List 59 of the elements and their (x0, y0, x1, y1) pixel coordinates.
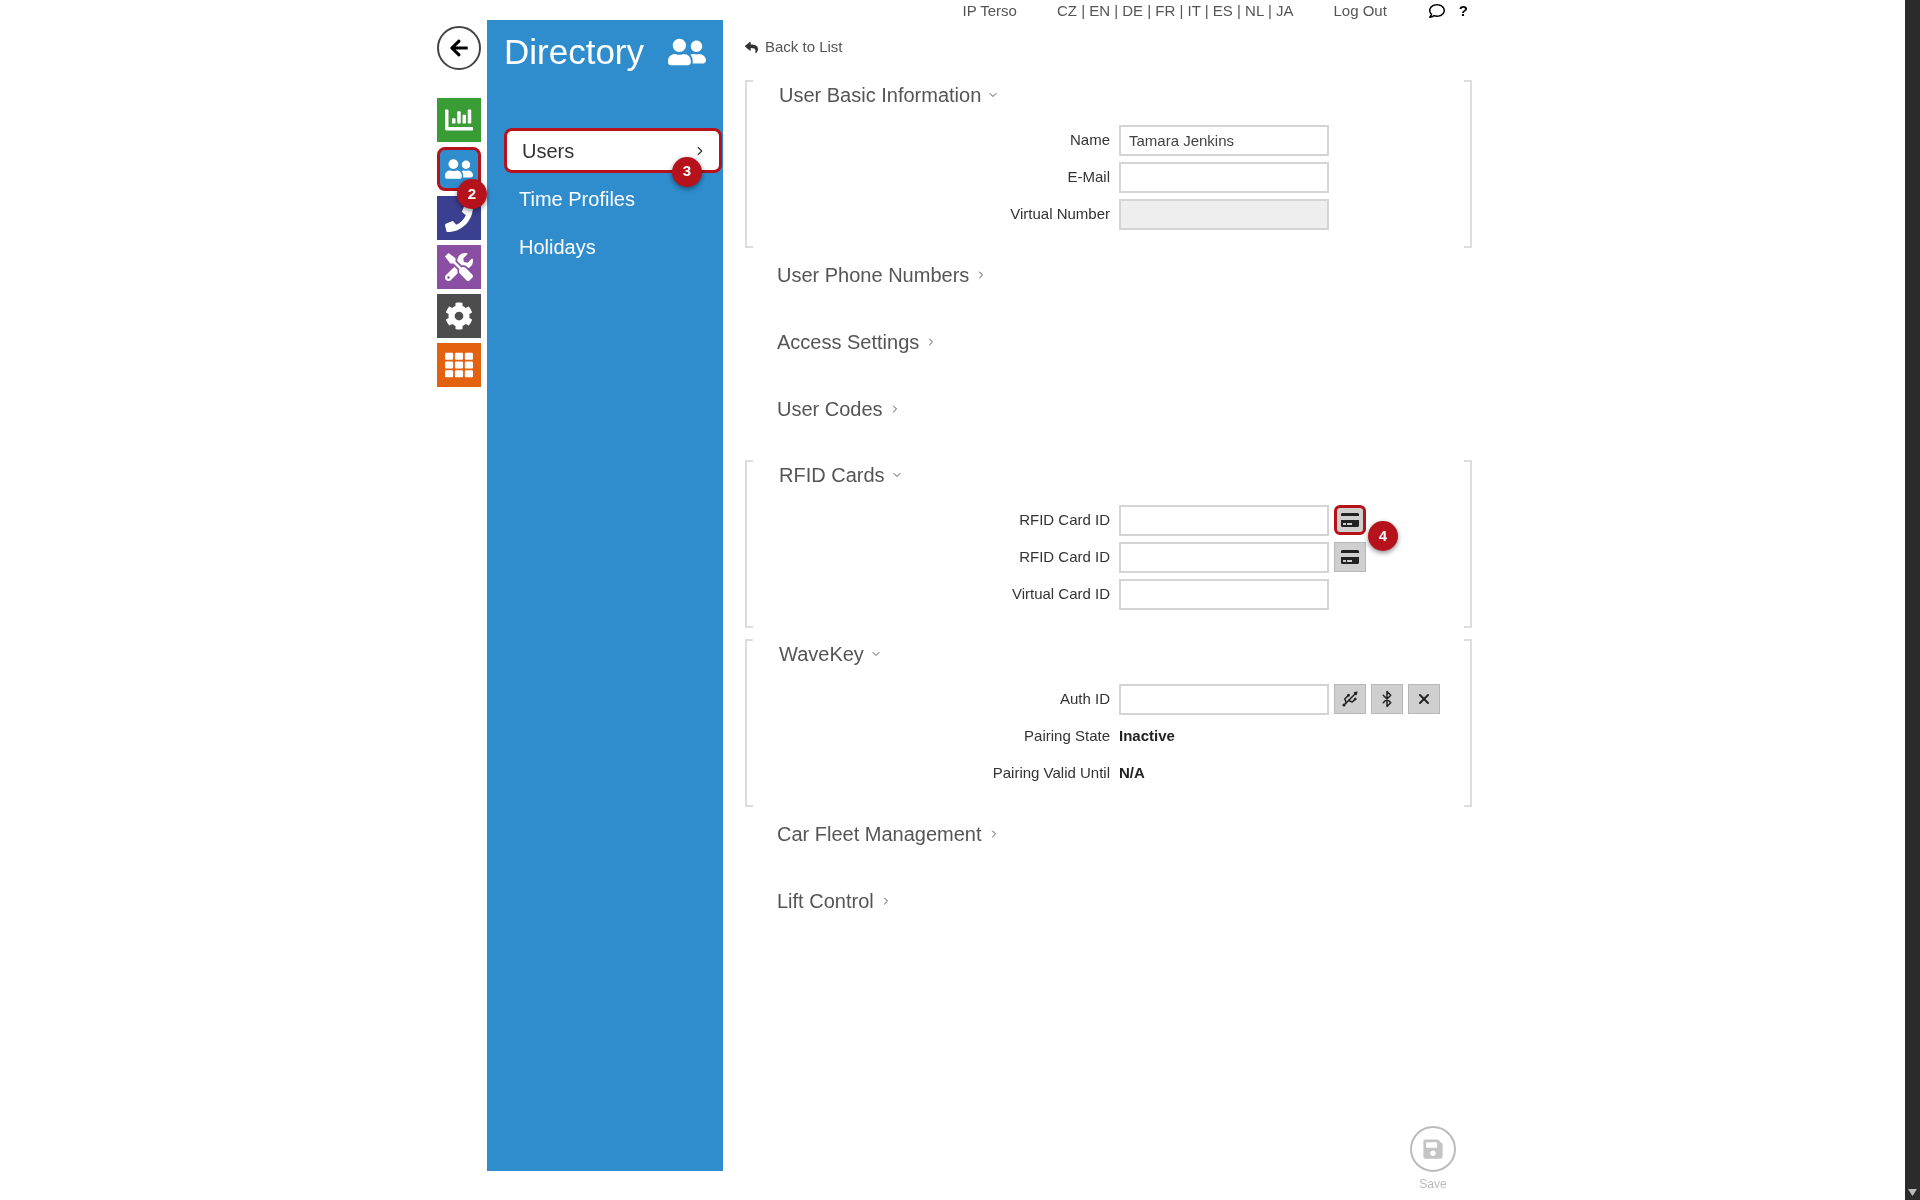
step-badge: 4 (1368, 521, 1398, 551)
sidebar-item[interactable]: Holidays (504, 224, 722, 269)
section-header[interactable]: User Phone Numbers (777, 259, 988, 290)
field-label: Name (1069, 129, 1111, 150)
scroll-down-icon[interactable] (1908, 1189, 1917, 1196)
save-label: Save (1419, 1176, 1447, 1193)
reply-icon (745, 40, 758, 54)
card-button[interactable] (1334, 505, 1366, 535)
field-label: Auth ID (1058, 688, 1111, 709)
usb-icon (1341, 690, 1359, 708)
card-icon (1341, 548, 1359, 566)
field-value: Inactive (1119, 725, 1175, 746)
text-field[interactable]: Tamara Jenkins (1119, 124, 1329, 156)
clear-button[interactable] (1408, 684, 1440, 714)
text-field[interactable] (1119, 504, 1329, 536)
field-label: RFID Card ID (1018, 509, 1111, 530)
bluetooth-button[interactable] (1371, 684, 1403, 714)
help-link[interactable]: ? (1458, 0, 1468, 23)
device-name: IP Terso (962, 0, 1017, 21)
nav-tile[interactable] (437, 245, 481, 289)
section-header[interactable]: WaveKey (779, 638, 882, 669)
arrow-left-icon (449, 38, 469, 58)
field-label: Pairing State (1023, 725, 1111, 746)
text-field[interactable] (1119, 541, 1329, 573)
sidebar-title: Directory (504, 31, 645, 73)
grid-icon (445, 351, 473, 379)
card-button[interactable] (1334, 542, 1366, 572)
nav-tile[interactable] (437, 294, 481, 338)
close-icon (1416, 691, 1432, 707)
nav-tile[interactable] (437, 343, 481, 387)
section-header[interactable]: User Basic Information (779, 79, 1000, 110)
tools-icon (445, 253, 473, 281)
text-field[interactable] (1119, 578, 1329, 610)
field-label: RFID Card ID (1018, 546, 1111, 567)
field-label: Virtual Number (1009, 203, 1111, 224)
section-header[interactable]: User Codes (777, 393, 901, 424)
field-label: Virtual Card ID (1010, 583, 1111, 604)
logout-link[interactable]: Log Out (1333, 0, 1387, 23)
back-link[interactable]: Back to List (745, 36, 1472, 59)
section-header[interactable]: Access Settings (777, 326, 938, 357)
scrollbar[interactable] (1905, 0, 1920, 1200)
section-header[interactable]: Car Fleet Management (777, 818, 1000, 849)
nav-tile[interactable] (437, 98, 481, 142)
usb-button[interactable] (1334, 684, 1366, 714)
field-label: Pairing Valid Until (991, 762, 1111, 783)
section-header[interactable]: RFID Cards (779, 459, 903, 490)
section-header[interactable]: Lift Control (777, 885, 892, 916)
step-badge: 2 (457, 179, 487, 209)
card-icon (1341, 511, 1359, 529)
save-icon (1422, 1138, 1444, 1160)
chat-icon[interactable] (1428, 3, 1445, 19)
back-button[interactable] (437, 26, 481, 70)
nav-tile[interactable] (437, 147, 481, 191)
text-field[interactable] (1119, 161, 1329, 193)
language-links[interactable]: CZ | EN | DE | FR | IT | ES | NL | JA (1056, 0, 1294, 23)
field-label: E-Mail (1066, 166, 1111, 187)
text-field[interactable] (1119, 683, 1329, 715)
field-value: N/A (1119, 762, 1145, 783)
gear-icon (445, 302, 473, 330)
